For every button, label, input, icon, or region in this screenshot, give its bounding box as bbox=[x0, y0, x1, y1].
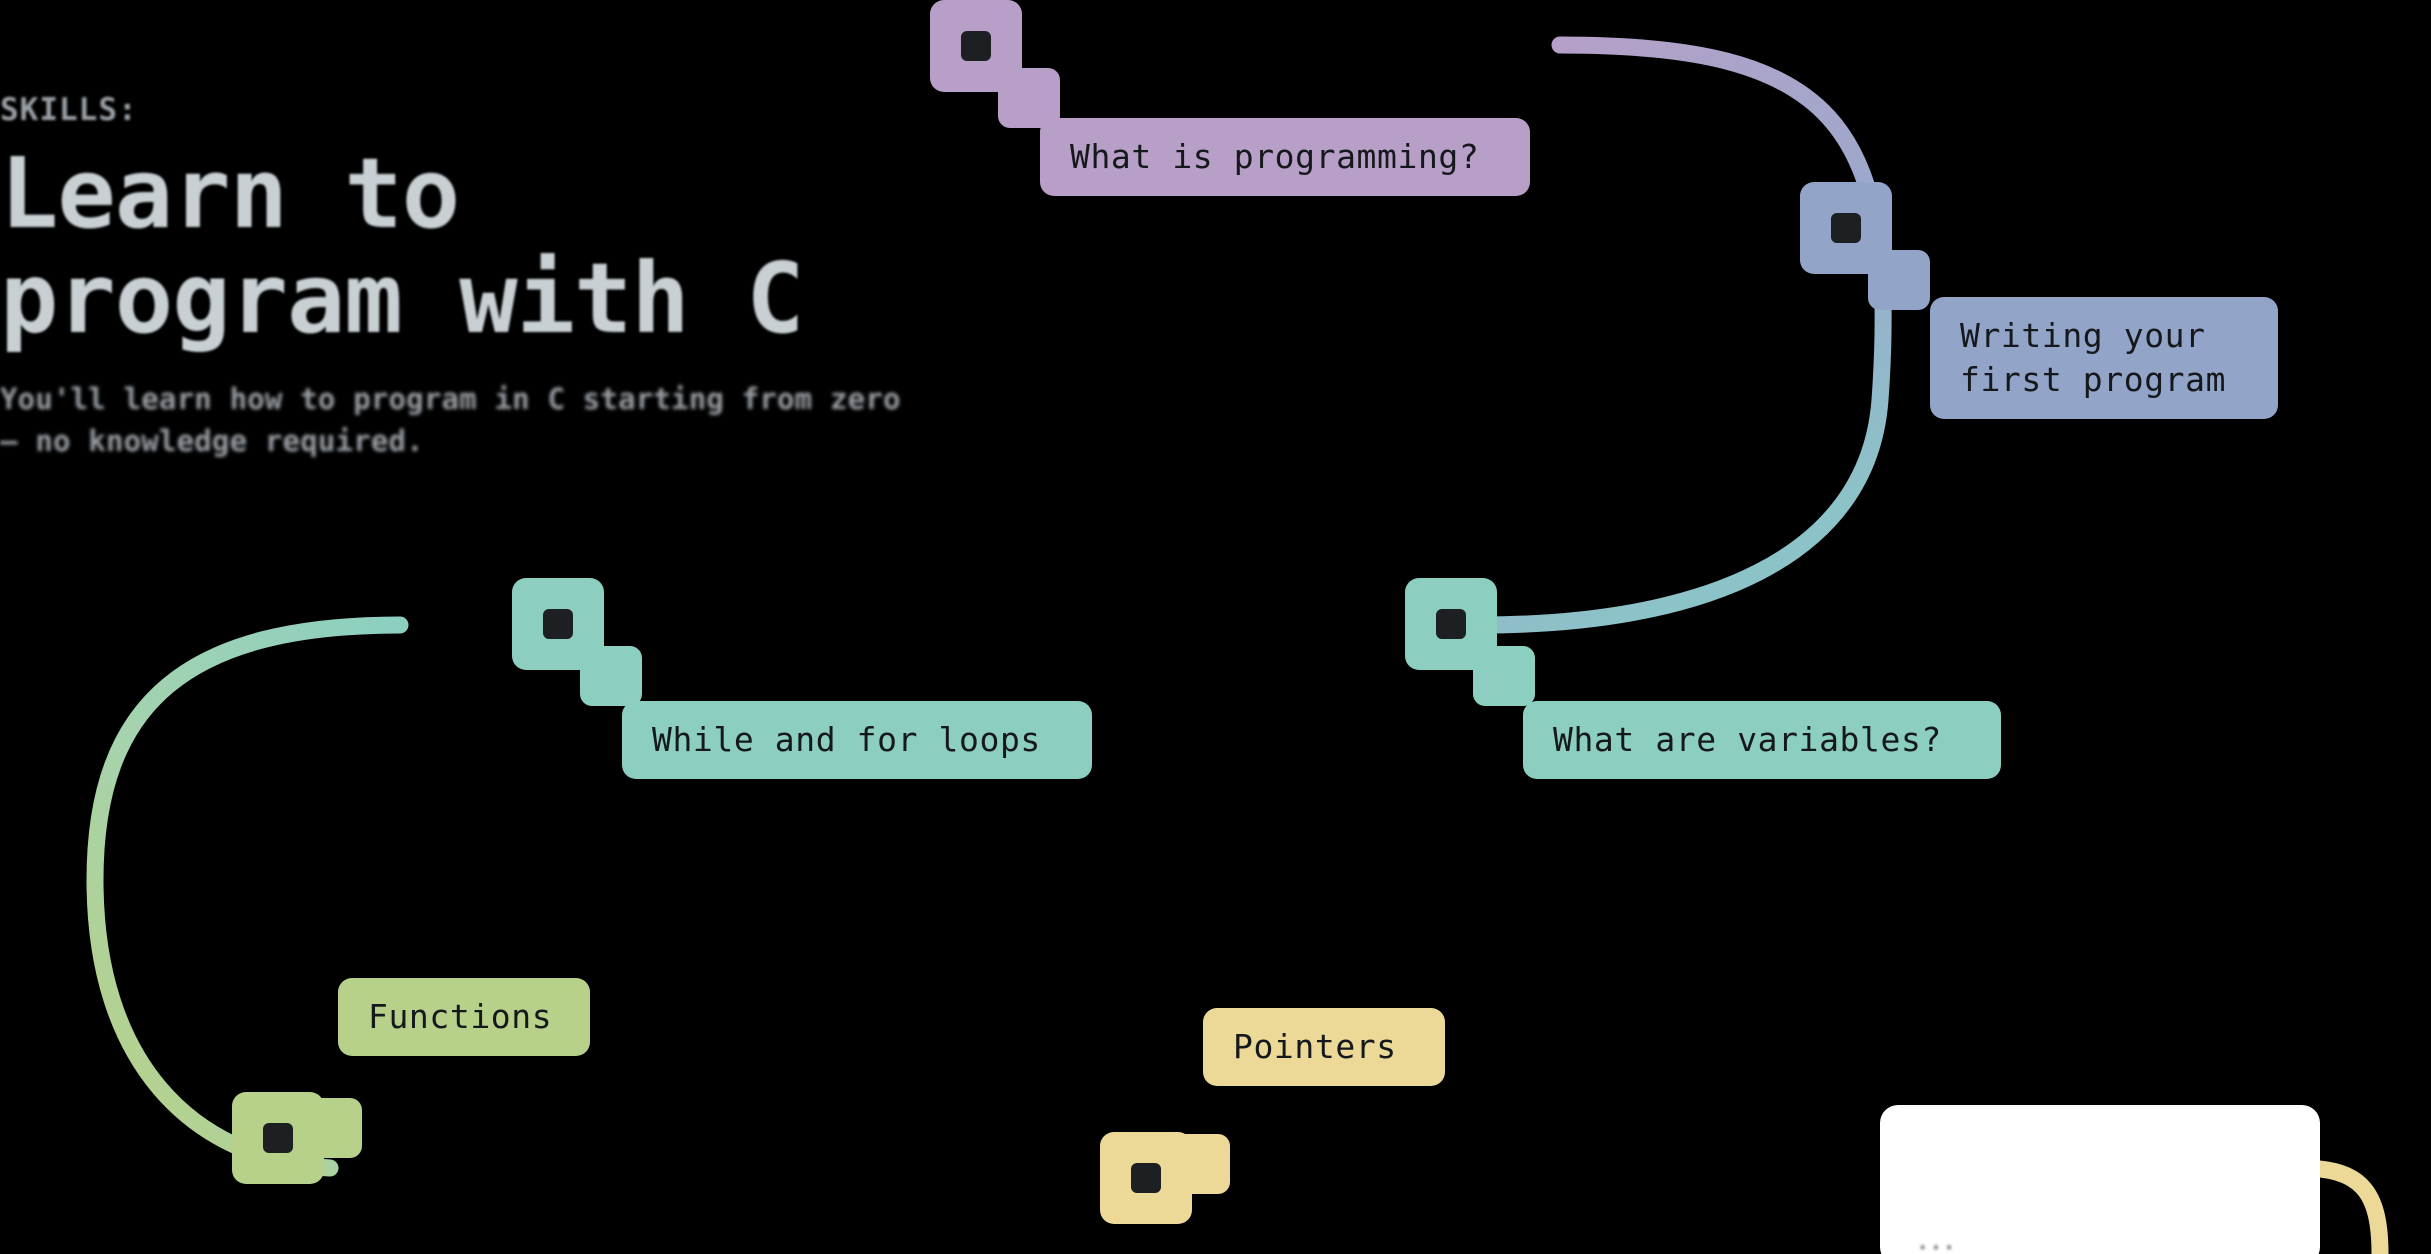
roadmap-label-pointers[interactable]: Pointers bbox=[1203, 1008, 1445, 1086]
roadmap-label-what-is-programming[interactable]: What is programming? bbox=[1040, 118, 1530, 196]
node-tab-decoration bbox=[1473, 646, 1535, 706]
node-tab-decoration bbox=[1868, 250, 1930, 310]
node-tab-decoration bbox=[1168, 1134, 1230, 1194]
bottom-card-primary-text: ... bbox=[1916, 1230, 1956, 1254]
page-title: Learn to program with C bbox=[0, 137, 805, 355]
roadmap-label-functions[interactable]: Functions bbox=[338, 978, 590, 1056]
roadmap-label-writing-first-program[interactable]: Writing your first program bbox=[1930, 297, 2278, 419]
bottom-right-card[interactable]: ... bbox=[1880, 1105, 2320, 1254]
path-segment-bend-left bbox=[86, 616, 409, 1177]
path-segment-bend-right bbox=[1471, 36, 1892, 634]
roadmap-node-pointers[interactable] bbox=[1100, 1132, 1230, 1224]
hero-kicker: SKILLS: bbox=[0, 92, 138, 128]
node-tab-decoration bbox=[300, 1098, 362, 1158]
roadmap-node-what-are-variables[interactable] bbox=[1405, 578, 1535, 706]
hero-block: SKILLS: Learn to program with C You'll l… bbox=[0, 92, 901, 462]
node-core-icon bbox=[1831, 213, 1861, 243]
roadmap-canvas: What is programming? Writing your first … bbox=[0, 0, 2431, 1254]
node-core-icon bbox=[961, 31, 991, 61]
node-tab-decoration bbox=[580, 646, 642, 706]
roadmap-node-what-is-programming[interactable] bbox=[930, 0, 1060, 128]
roadmap-label-what-are-variables[interactable]: What are variables? bbox=[1523, 701, 2001, 779]
node-core-icon bbox=[1131, 1163, 1161, 1193]
roadmap-node-functions[interactable] bbox=[232, 1092, 362, 1184]
node-core-icon bbox=[1436, 609, 1466, 639]
node-core-icon bbox=[263, 1123, 293, 1153]
hero-subtitle: You'll learn how to program in C startin… bbox=[0, 381, 901, 458]
roadmap-label-while-and-for-loops[interactable]: While and for loops bbox=[622, 701, 1092, 779]
roadmap-node-writing-first-program[interactable] bbox=[1800, 182, 1930, 310]
node-core-icon bbox=[543, 609, 573, 639]
roadmap-node-while-and-for-loops[interactable] bbox=[512, 578, 642, 706]
